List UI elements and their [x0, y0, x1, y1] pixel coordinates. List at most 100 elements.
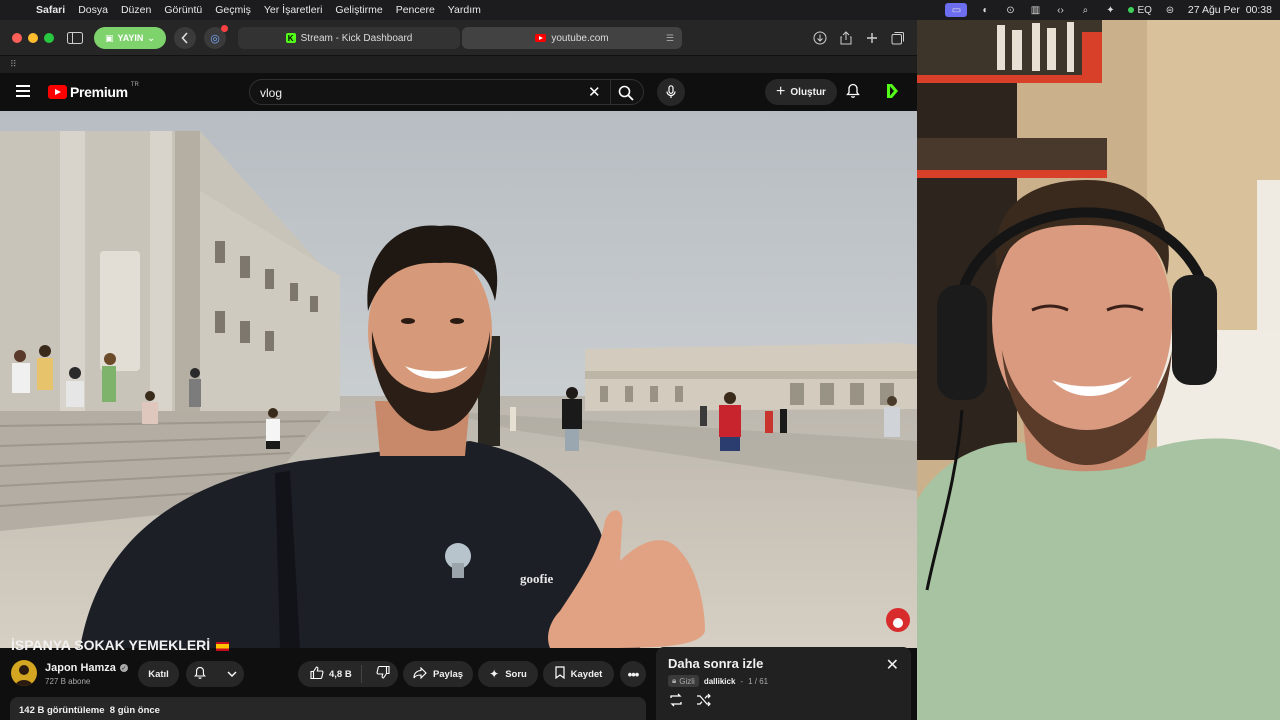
broadcast-icon: ▣ [105, 32, 114, 43]
bell-icon [193, 666, 206, 683]
search-icon[interactable] [618, 85, 634, 106]
sparkle-icon[interactable]: ✦ [1103, 4, 1117, 16]
shirt-logo-text: goofie [520, 571, 553, 586]
zoom-window-button[interactable] [44, 33, 54, 43]
eq-status[interactable]: EQ [1128, 4, 1152, 16]
toolbar-actions [811, 27, 907, 49]
chevron-down-icon: ⌄ [147, 32, 155, 43]
webcam-overlay [917, 20, 1280, 720]
menu-window[interactable]: Pencere [396, 4, 435, 16]
description-box[interactable]: 142 B görüntüleme 8 gün önce [10, 697, 646, 720]
search-box[interactable]: vlog ✕ [249, 79, 644, 105]
spotlight-search-icon[interactable]: ⌕ [1078, 4, 1092, 16]
video-player[interactable]: goofie [0, 111, 917, 648]
youtube-premium-logo[interactable]: Premium TR [48, 82, 139, 100]
creative-cloud-icon[interactable]: ◐ [978, 4, 992, 16]
save-label: Kaydet [570, 668, 603, 680]
privacy-label: Gizli [679, 676, 695, 686]
loop-icon[interactable] [668, 693, 684, 712]
menu-app-safari[interactable]: Safari [36, 4, 65, 16]
video-title: İSPANYA SOKAK YEMEKLERİ [11, 637, 230, 653]
live-button-label: YAYIN [117, 33, 144, 43]
notifications-bell-icon[interactable] [846, 83, 860, 104]
sidebar-toggle-icon[interactable] [64, 27, 86, 49]
code-icon[interactable]: ‹› [1053, 4, 1067, 16]
extension-badge [221, 25, 228, 32]
share-icon[interactable] [837, 27, 855, 49]
menu-help[interactable]: Yardım [448, 4, 481, 16]
search-input[interactable]: vlog [260, 86, 282, 100]
minimize-window-button[interactable] [28, 33, 38, 43]
menubar-clock[interactable]: 27 Ağu Per 00:38 [1188, 4, 1272, 16]
channel-name[interactable]: Japon Hamza ✓ [45, 662, 128, 674]
back-button[interactable] [174, 27, 196, 49]
menu-view[interactable]: Görüntü [164, 4, 202, 16]
live-profile-button[interactable]: ▣ YAYIN ⌄ [94, 27, 166, 49]
view-stats: 142 B görüntüleme 8 gün önce [19, 705, 160, 716]
youtube-play-icon [48, 85, 67, 99]
extension-button[interactable]: ◎ [204, 25, 228, 49]
menu-edit[interactable]: Düzen [121, 4, 151, 16]
menu-develop[interactable]: Geliştirme [335, 4, 382, 16]
ask-button[interactable]: ✦ Soru [478, 661, 538, 687]
video-title-text: İSPANYA SOKAK YEMEKLERİ [11, 637, 211, 653]
like-button[interactable]: 4,8 B [298, 661, 355, 687]
region-code: TR [130, 82, 139, 88]
playlist-meta: 🔒︎ Gizli dallikick - 1 / 61 [668, 675, 768, 687]
screen-share-icon[interactable]: ▭ [945, 3, 968, 17]
create-button[interactable]: + Oluştur [765, 79, 837, 105]
play-circle-icon[interactable]: ⊙ [1003, 4, 1017, 16]
like-divider [360, 665, 362, 683]
hamburger-menu-icon[interactable] [16, 85, 30, 97]
bookmarks-grid-icon[interactable]: ⠿ [10, 59, 17, 69]
screen: { "menubar": { "app": "Safari", "items":… [0, 0, 1280, 720]
join-button[interactable]: Katıl [138, 661, 179, 687]
playlist-controls [668, 693, 712, 712]
eq-label: EQ [1137, 4, 1152, 16]
chevron-down-icon [227, 669, 237, 680]
close-playlist-icon[interactable]: ✕ [886, 655, 899, 675]
youtube-masthead: Premium TR vlog ✕ + Oluştur [0, 73, 917, 111]
more-actions-button[interactable]: ••• [620, 661, 646, 687]
menu-history[interactable]: Geçmiş [215, 4, 251, 16]
plus-icon: + [776, 83, 786, 100]
channel-avatar[interactable] [11, 660, 37, 686]
youtube-icon [535, 34, 547, 42]
extension-icon: ◎ [210, 32, 220, 45]
playlist-title[interactable]: Daha sonra izle [668, 656, 763, 671]
share-button[interactable]: Paylaş [403, 661, 473, 687]
subscription-bell-button[interactable] [186, 661, 244, 687]
shuffle-icon[interactable] [696, 693, 712, 712]
bookmarks-bar: ⠿ [0, 56, 917, 73]
gpu-icon[interactable]: ▥ [1028, 4, 1042, 16]
safari-window: ▣ YAYIN ⌄ ◎ K Stream - Kick Dashboard yo… [0, 20, 917, 720]
video-frame: goofie [0, 111, 917, 648]
save-button[interactable]: Kaydet [543, 661, 614, 687]
thumbs-up-icon [310, 666, 324, 682]
playlist-owner[interactable]: dallikick [704, 677, 736, 686]
thumbs-down-icon [376, 665, 390, 682]
control-center-icon[interactable]: ⊜ [1163, 4, 1177, 16]
menu-file[interactable]: Dosya [78, 4, 108, 16]
verified-check-icon: ✓ [119, 664, 128, 672]
menu-bookmarks[interactable]: Yer İşaretleri [264, 4, 323, 16]
share-label: Paylaş [432, 668, 464, 680]
dislike-button[interactable] [368, 665, 398, 682]
close-window-button[interactable] [12, 33, 22, 43]
new-tab-icon[interactable] [863, 27, 881, 49]
tab-kick-dashboard[interactable]: K Stream - Kick Dashboard [238, 27, 460, 49]
voice-search-mic-icon[interactable] [657, 78, 685, 106]
eq-active-dot [1128, 7, 1135, 13]
page-menu-icon[interactable]: ☰ [666, 33, 674, 44]
menubar-status-area: ▭ ◐ ⊙ ▥ ‹› ⌕ ✦ EQ ⊜ 27 Ağu Per 00:38 [945, 0, 1272, 20]
account-avatar-icon[interactable] [884, 82, 902, 100]
search-divider [610, 80, 611, 104]
tab-overview-icon[interactable] [889, 27, 907, 49]
logo-wordmark: Premium [70, 84, 128, 100]
lock-icon: 🔒︎ [672, 676, 677, 685]
tab-youtube[interactable]: youtube.com ☰ [462, 27, 682, 49]
download-icon[interactable] [811, 27, 829, 49]
like-dislike-segment: 4,8 B [298, 661, 398, 687]
more-dots-icon: ••• [627, 666, 640, 682]
clear-search-icon[interactable]: ✕ [588, 83, 601, 101]
